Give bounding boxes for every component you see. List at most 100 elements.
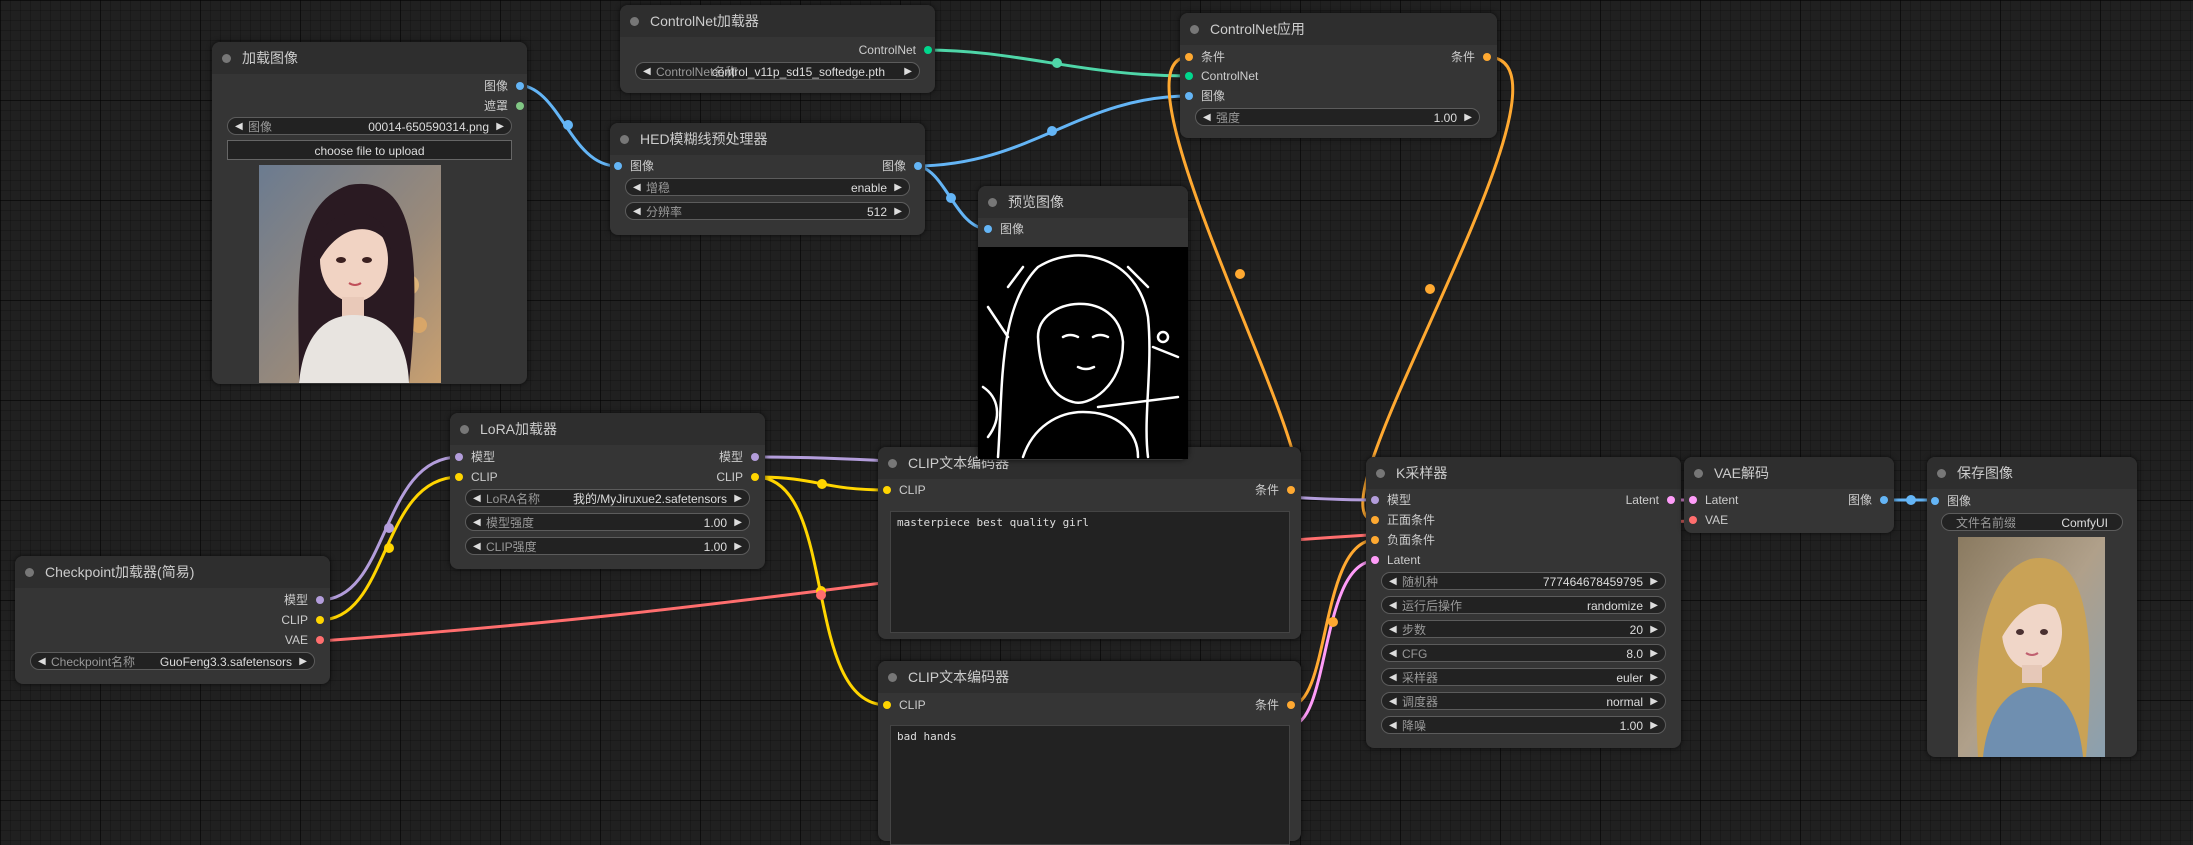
arrow-left-icon[interactable]: ◀: [1389, 693, 1397, 709]
lora-name-widget[interactable]: ◀ LoRA名称 我的/MyJiruxue2.safetensors ▶: [465, 489, 750, 507]
arrow-left-icon[interactable]: ◀: [235, 118, 243, 134]
socket-dot-icon[interactable]: [1483, 53, 1491, 61]
save-image-node[interactable]: 保存图像 图像 文件名前缀 ComfyUI: [1927, 457, 2137, 757]
node-title-bar[interactable]: K采样器: [1366, 457, 1681, 489]
output-clip[interactable]: CLIP: [281, 611, 324, 629]
arrow-left-icon[interactable]: ◀: [643, 63, 651, 79]
node-title-bar[interactable]: ControlNet加载器: [620, 5, 935, 37]
input-model[interactable]: 模型: [455, 448, 495, 466]
collapse-dot-icon[interactable]: [630, 17, 639, 26]
arrow-left-icon[interactable]: ◀: [1389, 717, 1397, 733]
arrow-right-icon[interactable]: ▶: [904, 63, 912, 79]
arrow-right-icon[interactable]: ▶: [894, 179, 902, 195]
input-vae[interactable]: VAE: [1689, 511, 1728, 529]
collapse-dot-icon[interactable]: [1190, 25, 1199, 34]
output-model[interactable]: 模型: [284, 591, 324, 609]
input-image[interactable]: 图像: [1185, 87, 1225, 105]
output-image[interactable]: 图像: [484, 77, 524, 95]
sampler-widget[interactable]: ◀ 采样器 euler ▶: [1381, 668, 1666, 686]
arrow-right-icon[interactable]: ▶: [299, 653, 307, 669]
node-title-bar[interactable]: LoRA加载器: [450, 413, 765, 445]
input-image[interactable]: 图像: [614, 157, 654, 175]
socket-dot-icon[interactable]: [984, 225, 992, 233]
arrow-right-icon[interactable]: ▶: [1650, 669, 1658, 685]
load-image-node[interactable]: 加载图像 图像 遮罩 ◀ 图像 00014-650590314.png ▶ ch…: [212, 42, 527, 384]
input-latent[interactable]: Latent: [1371, 551, 1420, 569]
socket-dot-icon[interactable]: [751, 473, 759, 481]
node-title-bar[interactable]: Checkpoint加载器(简易): [15, 556, 330, 588]
checkpoint-name-widget[interactable]: ◀ Checkpoint名称 GuoFeng3.3.safetensors ▶: [30, 652, 315, 670]
arrow-left-icon[interactable]: ◀: [473, 514, 481, 530]
resolution-widget[interactable]: ◀ 分辨率 512 ▶: [625, 202, 910, 220]
output-clip[interactable]: CLIP: [716, 468, 759, 486]
socket-dot-icon[interactable]: [1185, 53, 1193, 61]
socket-dot-icon[interactable]: [316, 596, 324, 604]
lora-loader-node[interactable]: LoRA加载器 模型 CLIP 模型 CLIP ◀ LoRA名称 我的/MyJi…: [450, 413, 765, 569]
socket-dot-icon[interactable]: [1880, 496, 1888, 504]
collapse-dot-icon[interactable]: [460, 425, 469, 434]
output-vae[interactable]: VAE: [285, 631, 324, 649]
output-latent[interactable]: Latent: [1626, 491, 1675, 509]
prompt-textarea[interactable]: bad hands: [890, 725, 1290, 845]
socket-dot-icon[interactable]: [1689, 496, 1697, 504]
hed-preprocessor-node[interactable]: HED模糊线预处理器 图像 图像 ◀ 增稳 enable ▶ ◀ 分辨率 512…: [610, 123, 925, 235]
arrow-left-icon[interactable]: ◀: [1203, 109, 1211, 125]
socket-dot-icon[interactable]: [316, 616, 324, 624]
collapse-dot-icon[interactable]: [888, 459, 897, 468]
denoise-widget[interactable]: ◀ 降噪 1.00 ▶: [1381, 716, 1666, 734]
control-after-generate-widget[interactable]: ◀ 运行后操作 randomize ▶: [1381, 596, 1666, 614]
input-image[interactable]: 图像: [984, 220, 1024, 238]
socket-dot-icon[interactable]: [883, 701, 891, 709]
collapse-dot-icon[interactable]: [888, 673, 897, 682]
clip-strength-widget[interactable]: ◀ CLIP强度 1.00 ▶: [465, 537, 750, 555]
collapse-dot-icon[interactable]: [1376, 469, 1385, 478]
arrow-right-icon[interactable]: ▶: [1650, 597, 1658, 613]
steps-widget[interactable]: ◀ 步数 20 ▶: [1381, 620, 1666, 638]
output-mask[interactable]: 遮罩: [484, 97, 524, 115]
seed-widget[interactable]: ◀ 随机种 777464678459795 ▶: [1381, 572, 1666, 590]
checkpoint-loader-node[interactable]: Checkpoint加载器(简易) 模型 CLIP VAE ◀ Checkpoi…: [15, 556, 330, 684]
arrow-left-icon[interactable]: ◀: [1389, 597, 1397, 613]
node-title-bar[interactable]: 加载图像: [212, 42, 527, 74]
arrow-right-icon[interactable]: ▶: [496, 118, 504, 134]
input-image[interactable]: 图像: [1931, 492, 1971, 510]
output-conditioning[interactable]: 条件: [1451, 48, 1491, 66]
socket-dot-icon[interactable]: [1371, 516, 1379, 524]
controlnet-apply-node[interactable]: ControlNet应用 条件 ControlNet 图像 条件 ◀ 强度 1.…: [1180, 13, 1497, 138]
scheduler-widget[interactable]: ◀ 调度器 normal ▶: [1381, 692, 1666, 710]
socket-dot-icon[interactable]: [1371, 496, 1379, 504]
socket-dot-icon[interactable]: [1287, 486, 1295, 494]
output-controlnet[interactable]: ControlNet: [859, 41, 932, 59]
output-conditioning[interactable]: 条件: [1255, 481, 1295, 499]
cfg-widget[interactable]: ◀ CFG 8.0 ▶: [1381, 644, 1666, 662]
output-conditioning[interactable]: 条件: [1255, 696, 1295, 714]
arrow-right-icon[interactable]: ▶: [734, 538, 742, 554]
socket-dot-icon[interactable]: [316, 636, 324, 644]
arrow-left-icon[interactable]: ◀: [1389, 669, 1397, 685]
arrow-right-icon[interactable]: ▶: [894, 203, 902, 219]
node-title-bar[interactable]: CLIP文本编码器: [878, 661, 1301, 693]
model-strength-widget[interactable]: ◀ 模型强度 1.00 ▶: [465, 513, 750, 531]
output-model[interactable]: 模型: [719, 448, 759, 466]
arrow-right-icon[interactable]: ▶: [734, 490, 742, 506]
arrow-right-icon[interactable]: ▶: [1464, 109, 1472, 125]
socket-dot-icon[interactable]: [751, 453, 759, 461]
socket-dot-icon[interactable]: [614, 162, 622, 170]
output-image[interactable]: 图像: [1848, 491, 1888, 509]
collapse-dot-icon[interactable]: [222, 54, 231, 63]
arrow-right-icon[interactable]: ▶: [1650, 621, 1658, 637]
collapse-dot-icon[interactable]: [1694, 469, 1703, 478]
node-title-bar[interactable]: ControlNet应用: [1180, 13, 1497, 45]
controlnet-name-widget[interactable]: ◀ ControlNet名称 control_v11p_sd15_softedg…: [635, 62, 920, 80]
clip-text-encode-positive-node[interactable]: CLIP文本编码器 CLIP 条件 masterpiece best quali…: [878, 447, 1301, 639]
arrow-left-icon[interactable]: ◀: [1389, 621, 1397, 637]
output-image[interactable]: 图像: [882, 157, 922, 175]
socket-dot-icon[interactable]: [1371, 536, 1379, 544]
clip-text-encode-negative-node[interactable]: CLIP文本编码器 CLIP 条件 bad hands: [878, 661, 1301, 845]
collapse-dot-icon[interactable]: [25, 568, 34, 577]
input-controlnet[interactable]: ControlNet: [1185, 67, 1258, 85]
input-latent[interactable]: Latent: [1689, 491, 1738, 509]
node-title-bar[interactable]: 保存图像: [1927, 457, 2137, 489]
arrow-right-icon[interactable]: ▶: [734, 514, 742, 530]
arrow-left-icon[interactable]: ◀: [633, 179, 641, 195]
